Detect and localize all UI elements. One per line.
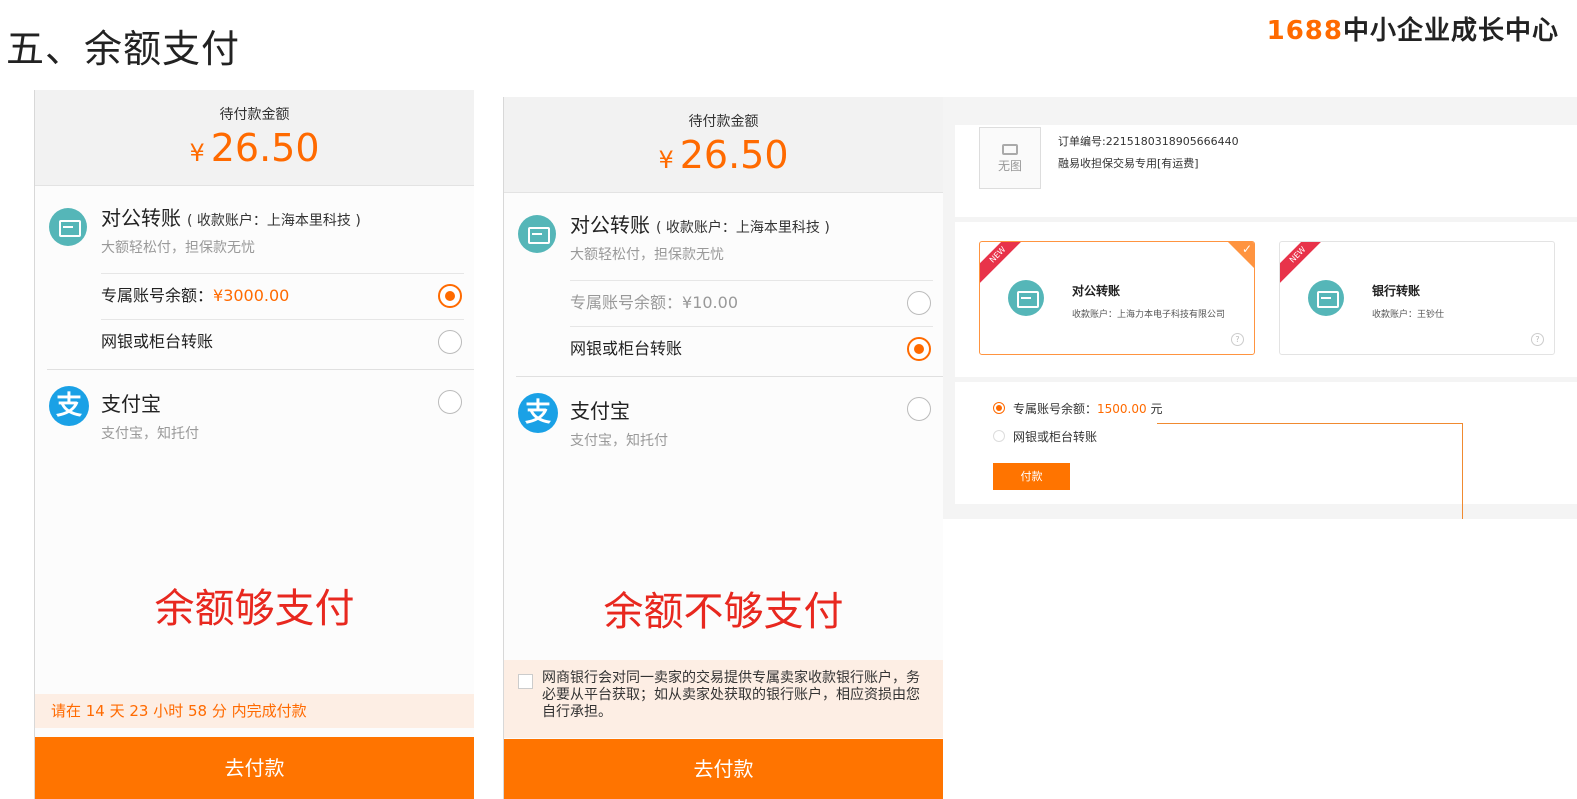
corp-transfer-method: 对公转账 ( 收款账户：上海本里科技 ) 大额轻松付，担保款无忧 专属账号余额：¥… [504, 193, 943, 372]
balance-option[interactable]: 专属账号余额：1500.00 元 [993, 400, 1162, 417]
alipay-option[interactable]: 支 支付宝 支付宝，知托付 [504, 377, 943, 457]
balance-option[interactable]: 专属账号余额：¥3000.00 [101, 273, 464, 319]
notice-text: 网商银行会对同一卖家的交易提供专属卖家收款银行账户，务必要从平台获取；如从卖家处… [542, 670, 920, 720]
notice-checkbox[interactable] [518, 674, 533, 689]
corp-transfer-method: 对公转账 ( 收款账户：上海本里科技 ) 大额轻松付，担保款无忧 专属账号余额：¥… [35, 186, 474, 365]
card-bank-transfer[interactable]: NEW 银行转账 收款账户：王钞仕 ? [1279, 241, 1555, 355]
card-title: 对公转账 [1072, 284, 1121, 298]
caption-sufficient: 余额够支付 [154, 586, 355, 632]
corp-title-text: 对公转账 [101, 206, 181, 230]
bank-transfer-option[interactable]: 网银或柜台转账 [993, 428, 1097, 445]
bank-account-notice: 网商银行会对同一卖家的交易提供专属卖家收款银行账户，务必要从平台获取；如从卖家处… [504, 660, 943, 738]
balance-label: 专属账号余额： [101, 286, 214, 305]
bank-card-icon [1008, 280, 1044, 316]
bank-radio[interactable] [993, 430, 1005, 442]
alipay-icon: 支 [518, 393, 558, 433]
amount-number: 26.50 [679, 133, 789, 177]
brand-logo: 1688中小企业成长中心 [1267, 10, 1559, 47]
bank-card-icon [1308, 280, 1344, 316]
corp-transfer-title: 对公转账 ( 收款账户：上海本里科技 ) [101, 202, 474, 231]
card-title: 银行转账 [1372, 284, 1421, 298]
balance-option[interactable]: 专属账号余额：¥10.00 [570, 280, 933, 326]
order-number: 订单编号:2215180318905666440 [1058, 135, 1239, 148]
corp-account: ( 收款账户：上海本里科技 ) [656, 220, 830, 236]
alipay-subtitle: 支付宝，知托付 [101, 426, 199, 442]
alipay-subtitle: 支付宝，知托付 [570, 433, 668, 449]
selected-check-icon [1228, 242, 1254, 268]
desktop-payment-panel: 无图 订单编号:2215180318905666440 融易收担保交易专用[有运… [943, 97, 1577, 519]
corp-transfer-subtitle: 大额轻松付，担保款无忧 [101, 240, 255, 256]
card-corp-transfer[interactable]: NEW 对公转账 收款账户：上海力本电子科技有限公司 ? [979, 241, 1255, 355]
bank-option-label: 网银或柜台转账 [1013, 430, 1098, 444]
help-icon[interactable]: ? [1531, 333, 1544, 346]
balance-value: ¥10.00 [682, 293, 738, 312]
corp-title-text: 对公转账 [570, 213, 650, 237]
product-thumbnail: 无图 [979, 127, 1041, 189]
balance-value: 1500.00 [1097, 402, 1147, 416]
bank-transfer-option[interactable]: 网银或柜台转账 [570, 326, 933, 372]
bank-radio[interactable] [438, 330, 462, 354]
pay-button[interactable]: 付款 [993, 463, 1070, 490]
corp-account: ( 收款账户：上海本里科技 ) [187, 213, 361, 229]
order-info: 无图 订单编号:2215180318905666440 融易收担保交易专用[有运… [955, 125, 1577, 217]
bank-radio[interactable] [907, 337, 931, 361]
amount-value: ¥26.50 [504, 133, 943, 177]
alipay-title: 支付宝 [570, 399, 630, 423]
order-description: 融易收担保交易专用[有运费] [1058, 157, 1199, 170]
payment-options: 专属账号余额：1500.00 元 网银或柜台转账 付款 [955, 382, 1577, 504]
corp-transfer-title: 对公转账 ( 收款账户：上海本里科技 ) [570, 209, 943, 238]
balance-label: 专属账号余额： [570, 293, 683, 312]
go-pay-button[interactable]: 去付款 [35, 737, 474, 799]
card-account: 收款账户：上海力本电子科技有限公司 [1072, 310, 1226, 320]
alipay-title: 支付宝 [101, 392, 161, 416]
mobile-panel-insufficient: 待付款金额 ¥26.50 对公转账 ( 收款账户：上海本里科技 ) 大额轻松付，担… [503, 97, 943, 799]
brand-text: 中小企业成长中心 [1342, 16, 1559, 46]
bank-option-label: 网银或柜台转账 [101, 332, 214, 351]
alipay-option[interactable]: 支 支付宝 支付宝，知托付 [35, 370, 474, 450]
bank-card-icon [49, 208, 87, 246]
currency-symbol: ¥ [658, 146, 674, 174]
alipay-radio[interactable] [907, 397, 931, 421]
annotation-line [1462, 423, 1463, 519]
no-image-label: 无图 [997, 159, 1022, 173]
go-pay-button[interactable]: 去付款 [504, 739, 943, 799]
currency-symbol: ¥ [189, 139, 205, 167]
card-account: 收款账户：王钞仕 [1372, 310, 1445, 320]
alipay-icon: 支 [49, 386, 89, 426]
bank-card-icon [518, 215, 556, 253]
balance-unit: 元 [1146, 402, 1163, 416]
camera-icon [1002, 144, 1018, 155]
payment-method-cards: NEW 对公转账 收款账户：上海力本电子科技有限公司 ? NEW 银行转账 收款… [955, 222, 1577, 377]
amount-number: 26.50 [210, 126, 320, 170]
amount-label: 待付款金额 [688, 114, 759, 130]
help-icon[interactable]: ? [1231, 333, 1244, 346]
amount-value: ¥26.50 [35, 126, 474, 170]
caption-insufficient: 余额不够支付 [603, 589, 844, 635]
amount-box: 待付款金额 ¥26.50 [504, 97, 943, 193]
alipay-radio[interactable] [438, 390, 462, 414]
amount-label: 待付款金额 [219, 107, 290, 123]
balance-radio[interactable] [993, 402, 1005, 414]
slide-title: 五、余额支付 [6, 27, 241, 71]
balance-value: ¥3000.00 [213, 286, 290, 305]
bank-transfer-option[interactable]: 网银或柜台转账 [101, 319, 464, 365]
amount-box: 待付款金额 ¥26.50 [35, 90, 474, 186]
balance-radio[interactable] [907, 291, 931, 315]
annotation-line [1157, 423, 1463, 424]
payment-deadline: 请在 14 天 23 小时 58 分 内完成付款 [35, 694, 474, 728]
balance-radio[interactable] [438, 284, 462, 308]
corp-transfer-subtitle: 大额轻松付，担保款无忧 [570, 247, 724, 263]
bank-option-label: 网银或柜台转账 [570, 339, 683, 358]
mobile-panel-sufficient: 待付款金额 ¥26.50 对公转账 ( 收款账户：上海本里科技 ) 大额轻松付，担… [34, 90, 474, 799]
balance-label: 专属账号余额： [1013, 402, 1098, 416]
brand-number: 1688 [1266, 16, 1343, 46]
